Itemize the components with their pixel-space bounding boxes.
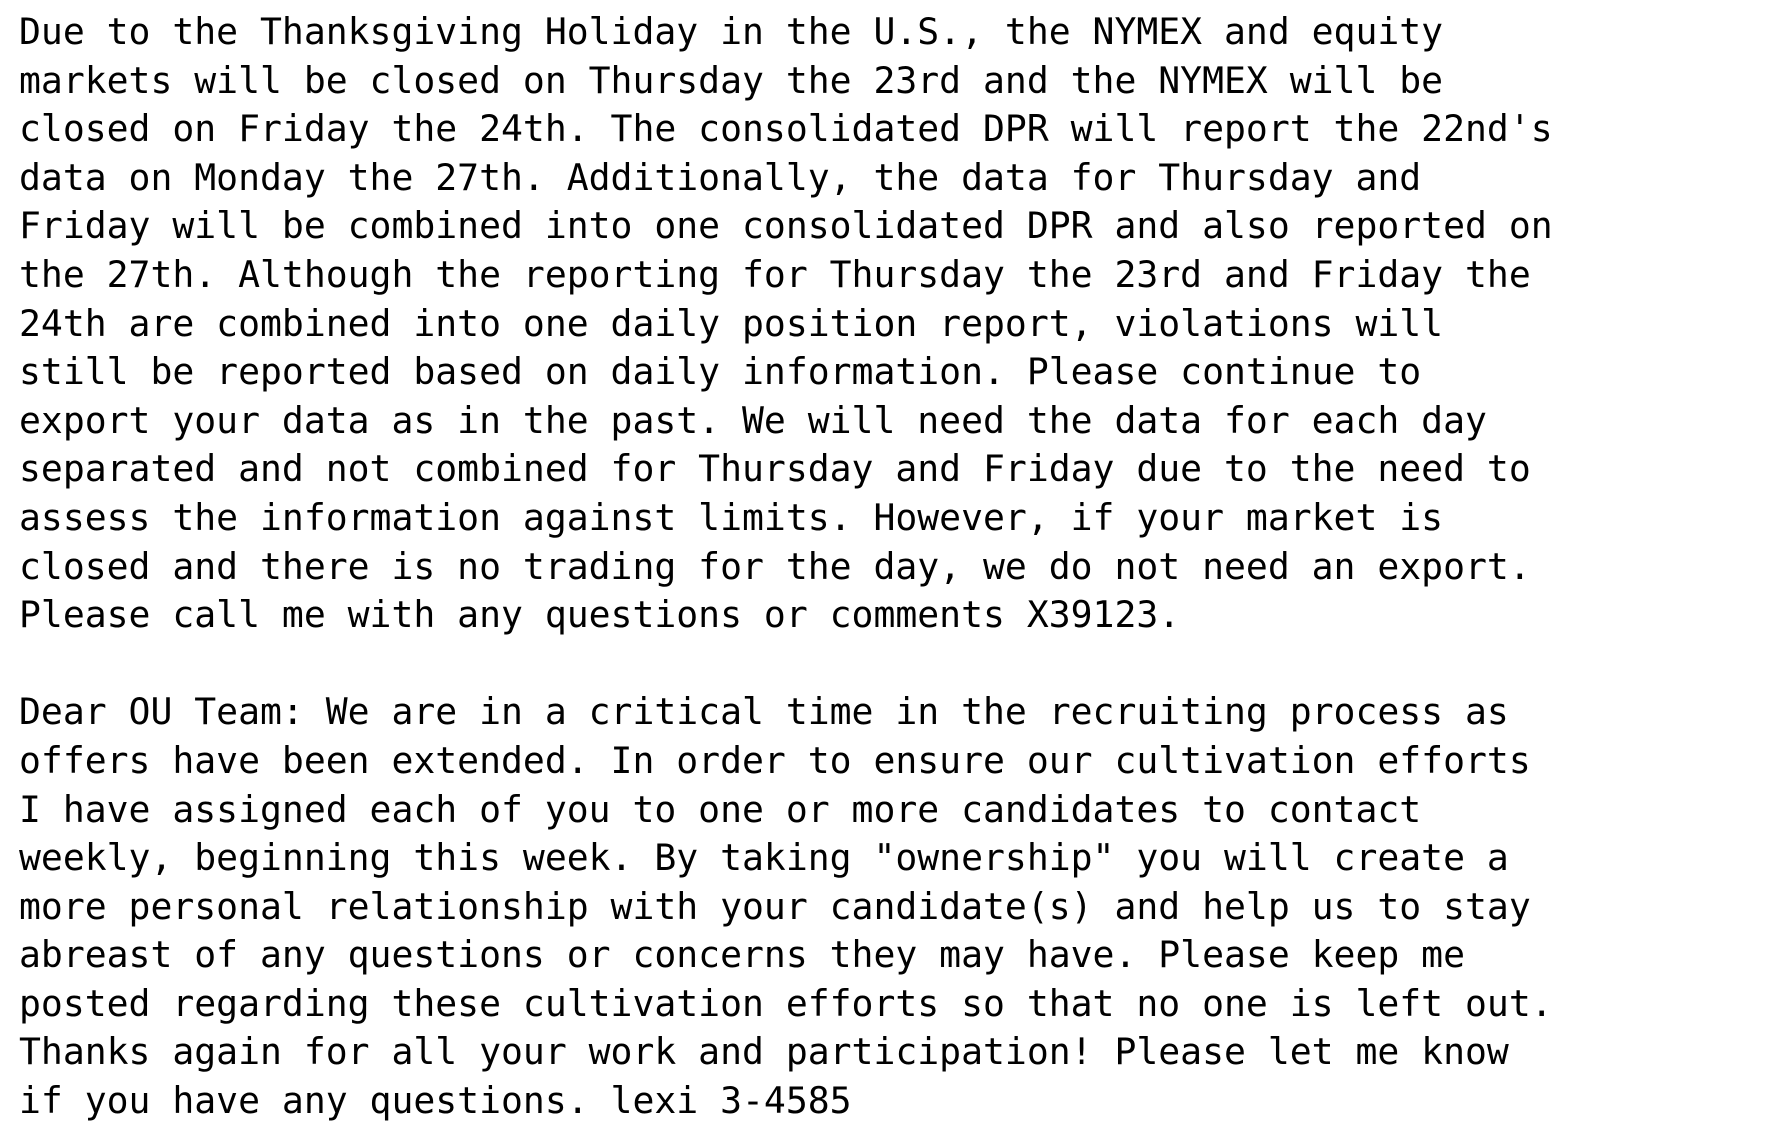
text-line: markets will be closed on Thursday the 2… [19, 58, 1444, 102]
text-line: Due to the Thanksgiving Holiday in the U… [19, 10, 1444, 53]
text-line: closed and there is no trading for the d… [19, 544, 1531, 588]
text-line: separated and not combined for Thursday … [19, 447, 1531, 491]
text-line: if you have any questions. lexi 3-4585 [19, 1079, 852, 1123]
text-line: 24th are combined into one daily positio… [19, 301, 1444, 345]
text-line: more personal relationship with your can… [19, 884, 1531, 928]
text-line: Dear OU Team: We are in a critical time … [19, 690, 1509, 734]
text-line: Thanks again for all your work and parti… [19, 1030, 1509, 1074]
paragraph-thanksgiving-notice: Due to the Thanksgiving Holiday in the U… [19, 8, 1759, 640]
text-line: I have assigned each of you to one or mo… [19, 787, 1422, 831]
text-line: Please call me with any questions or com… [19, 593, 1181, 637]
text-line: abreast of any questions or concerns the… [19, 933, 1465, 977]
text-line: closed on Friday the 24th. The consolida… [19, 107, 1553, 151]
text-line: data on Monday the 27th. Additionally, t… [19, 155, 1422, 199]
text-line: weekly, beginning this week. By taking "… [19, 836, 1509, 880]
text-line: assess the information against limits. H… [19, 495, 1444, 539]
document-body: Due to the Thanksgiving Holiday in the U… [19, 8, 1759, 1126]
text-line: offers have been extended. In order to e… [19, 738, 1531, 782]
text-line: Friday will be combined into one consoli… [19, 204, 1553, 248]
text-line: still be reported based on daily informa… [19, 350, 1422, 394]
text-line: export your data as in the past. We will… [19, 398, 1487, 442]
text-line: posted regarding these cultivation effor… [19, 981, 1553, 1025]
paragraph-ou-team-message: Dear OU Team: We are in a critical time … [19, 688, 1759, 1125]
text-line: the 27th. Although the reporting for Thu… [19, 252, 1531, 296]
